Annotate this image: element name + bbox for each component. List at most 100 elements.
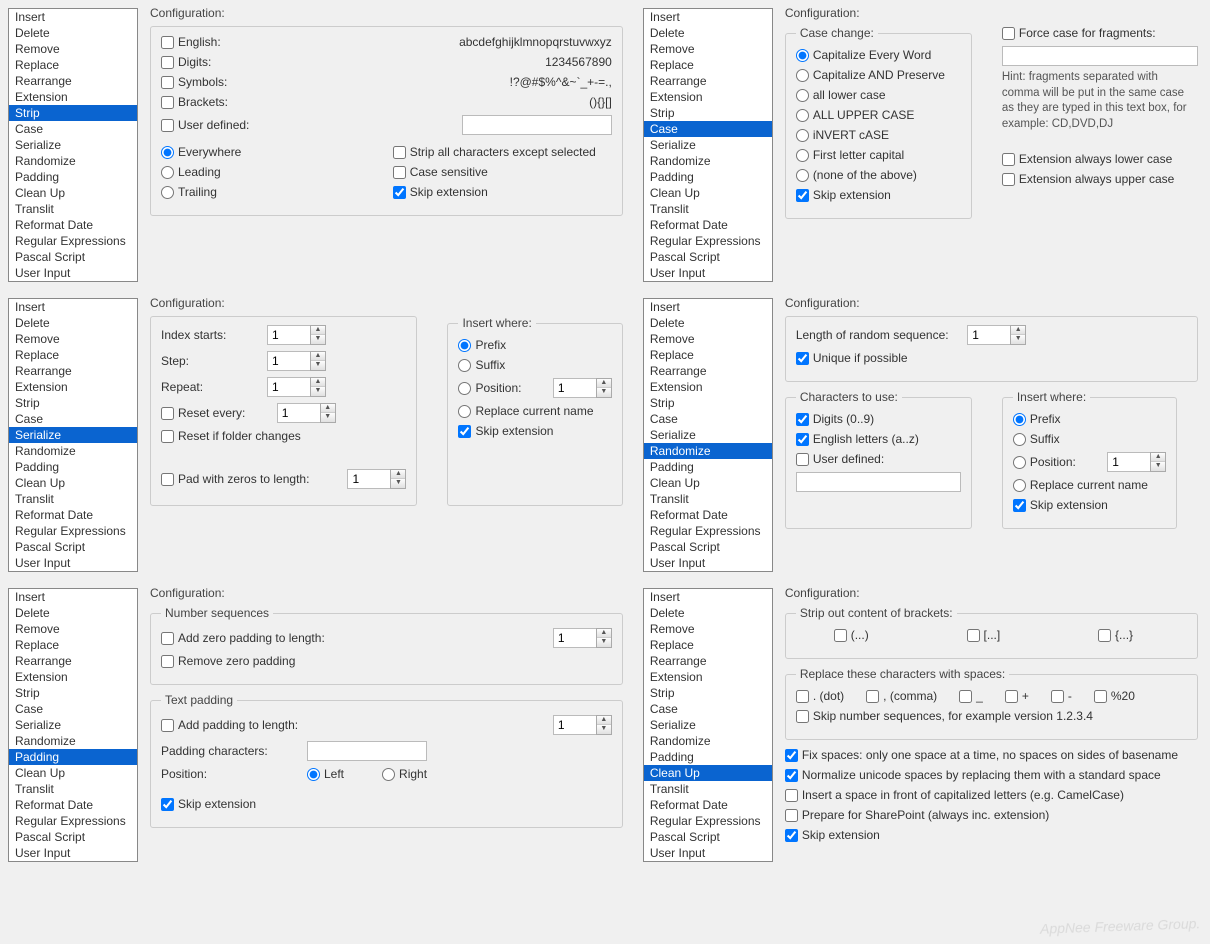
case-skip-ext-checkbox[interactable] [796, 189, 809, 202]
number-spinner[interactable]: ▲▼ [267, 351, 326, 371]
rand-suffix-radio[interactable] [1013, 433, 1026, 446]
rs-dash-checkbox[interactable] [1051, 690, 1064, 703]
spinner-input[interactable] [347, 469, 391, 489]
brackets-curly[interactable]: {...} [1098, 628, 1133, 642]
list-item[interactable]: Extension [9, 379, 137, 395]
list-item[interactable]: Reformat Date [9, 797, 137, 813]
list-item[interactable]: Clean Up [9, 185, 137, 201]
none-above-radio[interactable] [796, 169, 809, 182]
rule-listbox[interactable]: InsertDeleteRemoveReplaceRearrangeExtens… [643, 8, 773, 282]
list-item[interactable]: Serialize [9, 427, 137, 443]
spinner-input[interactable] [967, 325, 1011, 345]
reset-every-checkbox[interactable] [161, 407, 174, 420]
pad-zeros-checkbox[interactable] [161, 473, 174, 486]
skip-num-seq-checkbox[interactable] [796, 710, 809, 723]
number-spinner[interactable]: ▲▼ [967, 325, 1026, 345]
rs-underscore-checkbox[interactable] [959, 690, 972, 703]
rand-position-radio[interactable] [1013, 456, 1026, 469]
rand-position[interactable]: Position: [1013, 455, 1076, 469]
all-upper[interactable]: ALL UPPER CASE [796, 108, 915, 122]
list-item[interactable]: Strip [9, 685, 137, 701]
rule-listbox[interactable]: InsertDeleteRemoveReplaceRearrangeExtens… [8, 588, 138, 862]
rule-listbox[interactable]: InsertDeleteRemoveReplaceRearrangeExtens… [643, 298, 773, 572]
norm-unicode[interactable]: Normalize unicode spaces by replacing th… [785, 768, 1161, 782]
list-item[interactable]: Replace [644, 347, 772, 363]
list-item[interactable]: Replace [9, 637, 137, 653]
list-item[interactable]: Translit [9, 201, 137, 217]
list-item[interactable]: Insert [644, 299, 772, 315]
unique-if-possible[interactable]: Unique if possible [796, 351, 908, 365]
list-item[interactable]: Padding [644, 749, 772, 765]
spinner-up[interactable]: ▲ [391, 470, 405, 479]
list-item[interactable]: Regular Expressions [644, 233, 772, 249]
list-item[interactable]: Translit [644, 781, 772, 797]
spinner-down[interactable]: ▼ [597, 388, 611, 397]
skip-ext[interactable]: Skip extension [393, 185, 488, 199]
spinner-down[interactable]: ▼ [597, 638, 611, 647]
add-zero-pad-checkbox[interactable] [161, 632, 174, 645]
ext-upper[interactable]: Extension always upper case [1002, 172, 1174, 186]
rs-pct20-checkbox[interactable] [1094, 690, 1107, 703]
pad-right[interactable]: Right [382, 767, 427, 781]
number-spinner[interactable]: ▲▼ [267, 377, 326, 397]
list-item[interactable]: Rearrange [9, 363, 137, 379]
list-item[interactable]: Serialize [644, 717, 772, 733]
list-item[interactable]: Remove [644, 331, 772, 347]
symbols-check-checkbox[interactable] [161, 76, 174, 89]
list-item[interactable]: Randomize [644, 153, 772, 169]
spinner-up[interactable]: ▲ [311, 378, 325, 387]
spinner-input[interactable] [267, 351, 311, 371]
list-item[interactable]: Extension [644, 379, 772, 395]
invert-case[interactable]: iNVERT cASE [796, 128, 889, 142]
list-item[interactable]: Translit [9, 491, 137, 507]
list-item[interactable]: Serialize [9, 717, 137, 733]
list-item[interactable]: Randomize [9, 443, 137, 459]
add-zero-pad[interactable]: Add zero padding to length: [161, 631, 325, 645]
force-case-input[interactable] [1002, 46, 1198, 66]
list-item[interactable]: Replace [9, 57, 137, 73]
prepare-sharepoint[interactable]: Prepare for SharePoint (always inc. exte… [785, 808, 1049, 822]
userdef-check-checkbox[interactable] [161, 119, 174, 132]
spinner-up[interactable]: ▲ [1151, 453, 1165, 462]
list-item[interactable]: Case [9, 701, 137, 717]
insert-space-camel-checkbox[interactable] [785, 789, 798, 802]
list-item[interactable]: Regular Expressions [9, 233, 137, 249]
trailing-radio[interactable] [161, 186, 174, 199]
brackets-curly-checkbox[interactable] [1098, 629, 1111, 642]
list-item[interactable]: Remove [644, 41, 772, 57]
list-item[interactable]: Reformat Date [9, 507, 137, 523]
number-spinner[interactable]: ▲▼ [277, 403, 336, 423]
number-spinner[interactable]: ▲▼ [553, 715, 612, 735]
spinner-up[interactable]: ▲ [1011, 326, 1025, 335]
list-item[interactable]: Insert [9, 9, 137, 25]
pad-left[interactable]: Left [307, 767, 344, 781]
capitalize-every[interactable]: Capitalize Every Word [796, 48, 932, 62]
spinner-down[interactable]: ▼ [1011, 335, 1025, 344]
pad-chars-input[interactable] [307, 741, 427, 761]
list-item[interactable]: User Input [644, 555, 772, 571]
list-item[interactable]: Strip [644, 685, 772, 701]
capitalize-every-radio[interactable] [796, 49, 809, 62]
list-item[interactable]: Case [9, 411, 137, 427]
pad-skip-ext[interactable]: Skip extension [161, 797, 256, 811]
spinner-input[interactable] [267, 325, 311, 345]
pad-skip-ext-checkbox[interactable] [161, 798, 174, 811]
spinner-down[interactable]: ▼ [321, 413, 335, 422]
list-item[interactable]: Remove [644, 621, 772, 637]
number-spinner[interactable]: ▲▼ [1107, 452, 1166, 472]
case-sensitive[interactable]: Case sensitive [393, 165, 488, 179]
list-item[interactable]: Clean Up [9, 765, 137, 781]
list-item[interactable]: Delete [644, 605, 772, 621]
everywhere[interactable]: Everywhere [161, 145, 241, 159]
list-item[interactable]: Remove [9, 621, 137, 637]
spinner-up[interactable]: ▲ [321, 404, 335, 413]
pad-left-radio[interactable] [307, 768, 320, 781]
list-item[interactable]: Rearrange [9, 73, 137, 89]
list-item[interactable]: Padding [9, 169, 137, 185]
rs-plus-checkbox[interactable] [1005, 690, 1018, 703]
list-item[interactable]: Reformat Date [644, 797, 772, 813]
first-letter[interactable]: First letter capital [796, 148, 904, 162]
spinner-up[interactable]: ▲ [597, 379, 611, 388]
add-pad[interactable]: Add padding to length: [161, 718, 298, 732]
spinner-input[interactable] [553, 378, 597, 398]
